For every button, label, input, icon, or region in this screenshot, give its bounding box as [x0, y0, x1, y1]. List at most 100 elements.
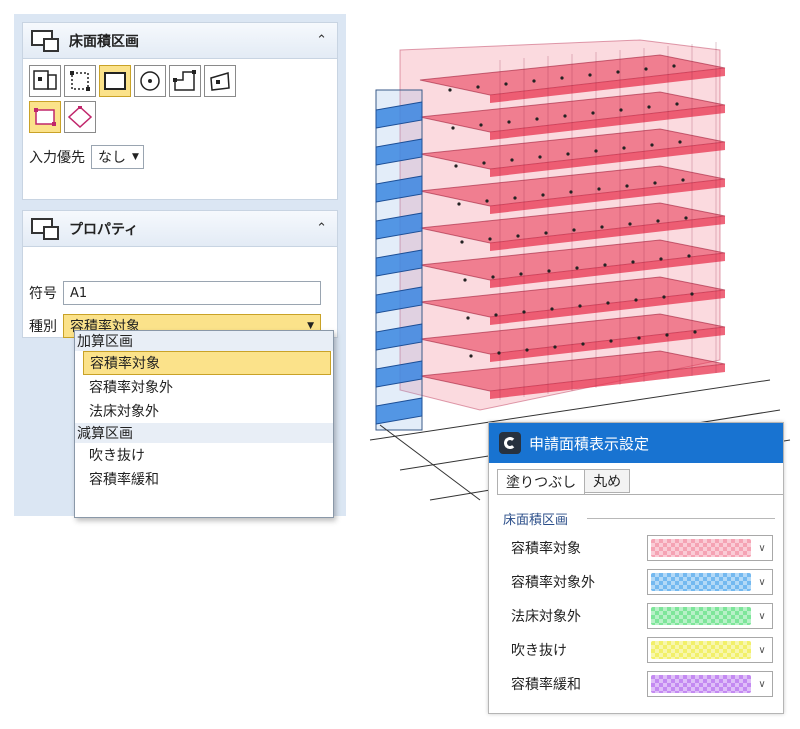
area-marker: [650, 143, 654, 147]
area-marker: [566, 152, 570, 156]
area-marker: [497, 351, 501, 355]
dropdown-item[interactable]: 容積率緩和: [83, 467, 333, 491]
area-marker: [504, 82, 508, 86]
chevron-down-icon: ∨: [758, 576, 766, 588]
color-row: 容積率対象 ∨: [511, 535, 773, 561]
area-marker: [684, 216, 688, 220]
dropdown-item[interactable]: 法床対象外: [83, 399, 333, 423]
rect-corner-icon: [34, 108, 56, 126]
area-marker: [656, 219, 660, 223]
area-marker: [693, 330, 697, 334]
floor-area-section: 床面積区画 ⌃ 入力優先 なし ▼: [22, 22, 338, 200]
property-section: プロパティ ⌃ 符号 A1 種別 容積率対象 ▼: [22, 210, 338, 338]
point-area-tool-button[interactable]: [29, 65, 61, 97]
area-marker: [591, 111, 595, 115]
tool-row-2: [29, 101, 96, 133]
dashed-rect-icon: [70, 71, 90, 91]
area-marker: [494, 313, 498, 317]
floor-area-group-label: 床面積区画: [503, 509, 573, 528]
area-marker: [454, 164, 458, 168]
input-priority-value: なし: [98, 150, 126, 166]
dropdown-item[interactable]: 容積率対象: [83, 351, 331, 375]
area-marker: [532, 79, 536, 83]
area-marker: [687, 254, 691, 258]
area-marker: [491, 275, 495, 279]
app-logo-icon: [499, 432, 521, 454]
tab-fill[interactable]: 塗りつぶし: [497, 469, 586, 495]
area-marker: [569, 190, 573, 194]
collapse-icon[interactable]: ⌃: [316, 33, 327, 48]
area-marker: [616, 70, 620, 74]
area-marker: [451, 126, 455, 130]
property-header[interactable]: プロパティ ⌃: [23, 211, 337, 247]
area-marker: [619, 108, 623, 112]
area-marker: [507, 120, 511, 124]
area-marker: [463, 278, 467, 282]
color-row-label: 法床対象外: [511, 609, 581, 625]
rect-icon: [104, 72, 126, 90]
floor-area-header[interactable]: 床面積区画 ⌃: [23, 23, 337, 59]
area-marker: [516, 234, 520, 238]
dialog-tabs: 塗りつぶし 丸め: [497, 469, 631, 495]
color-select[interactable]: ∨: [647, 671, 773, 697]
color-select[interactable]: ∨: [647, 569, 773, 595]
group-divider: [587, 518, 775, 519]
diamond-tool-button[interactable]: [64, 101, 96, 133]
area-marker: [634, 298, 638, 302]
type-label: 種別: [29, 319, 57, 335]
circle-tool-button[interactable]: [134, 65, 166, 97]
panel-icon: [31, 29, 59, 52]
rect-tool-button[interactable]: [99, 65, 131, 97]
area-marker: [622, 146, 626, 150]
color-row: 容積率緩和 ∨: [511, 671, 773, 697]
rotated-rect-tool-button[interactable]: [204, 65, 236, 97]
area-marker: [575, 266, 579, 270]
color-select[interactable]: ∨: [647, 637, 773, 663]
area-marker: [538, 155, 542, 159]
rotated-rect-icon: [210, 72, 230, 91]
color-select[interactable]: ∨: [647, 603, 773, 629]
color-select[interactable]: ∨: [647, 535, 773, 561]
area-marker: [644, 67, 648, 71]
area-marker: [541, 193, 545, 197]
chevron-down-icon: ∨: [758, 644, 766, 656]
area-display-settings-dialog: 申請面積表示設定 塗りつぶし 丸め 床面積区画 容積率対象 ∨ 容積率対象外 ∨…: [488, 422, 784, 714]
code-input[interactable]: A1: [63, 281, 321, 305]
area-marker: [485, 199, 489, 203]
polygon-tool-button[interactable]: [169, 65, 201, 97]
point-area-icon: [33, 70, 57, 90]
rect-corner-tool-button[interactable]: [29, 101, 61, 133]
area-marker: [525, 348, 529, 352]
input-priority-label: 入力優先: [29, 150, 85, 166]
dialog-titlebar[interactable]: 申請面積表示設定: [489, 423, 783, 463]
area-marker: [510, 158, 514, 162]
dropdown-item[interactable]: 吹き抜け: [83, 443, 333, 467]
tab-round[interactable]: 丸め: [584, 469, 631, 493]
diamond-icon: [68, 106, 92, 128]
area-marker: [469, 354, 473, 358]
chevron-down-icon: ∨: [758, 678, 766, 690]
area-marker: [588, 73, 592, 77]
tab-divider: [497, 494, 783, 495]
collapse-icon[interactable]: ⌃: [316, 221, 327, 236]
dashed-rect-tool-button[interactable]: [64, 65, 96, 97]
area-marker: [550, 307, 554, 311]
area-marker: [631, 260, 635, 264]
code-row: 符号 A1: [29, 281, 321, 305]
ground-axis-line: [379, 424, 481, 501]
input-priority-select[interactable]: なし ▼: [91, 145, 144, 169]
area-marker: [448, 88, 452, 92]
color-swatch: [651, 539, 751, 557]
area-marker: [597, 187, 601, 191]
area-marker: [460, 240, 464, 244]
area-marker: [606, 301, 610, 305]
property-title: プロパティ: [69, 221, 139, 238]
color-swatch: [651, 641, 751, 659]
color-swatch: [651, 675, 751, 693]
dropdown-item[interactable]: 容積率対象外: [83, 375, 333, 399]
area-marker: [563, 114, 567, 118]
area-marker: [659, 257, 663, 261]
color-row-label: 吹き抜け: [511, 643, 567, 659]
area-marker: [488, 237, 492, 241]
chevron-down-icon: ∨: [758, 542, 766, 554]
